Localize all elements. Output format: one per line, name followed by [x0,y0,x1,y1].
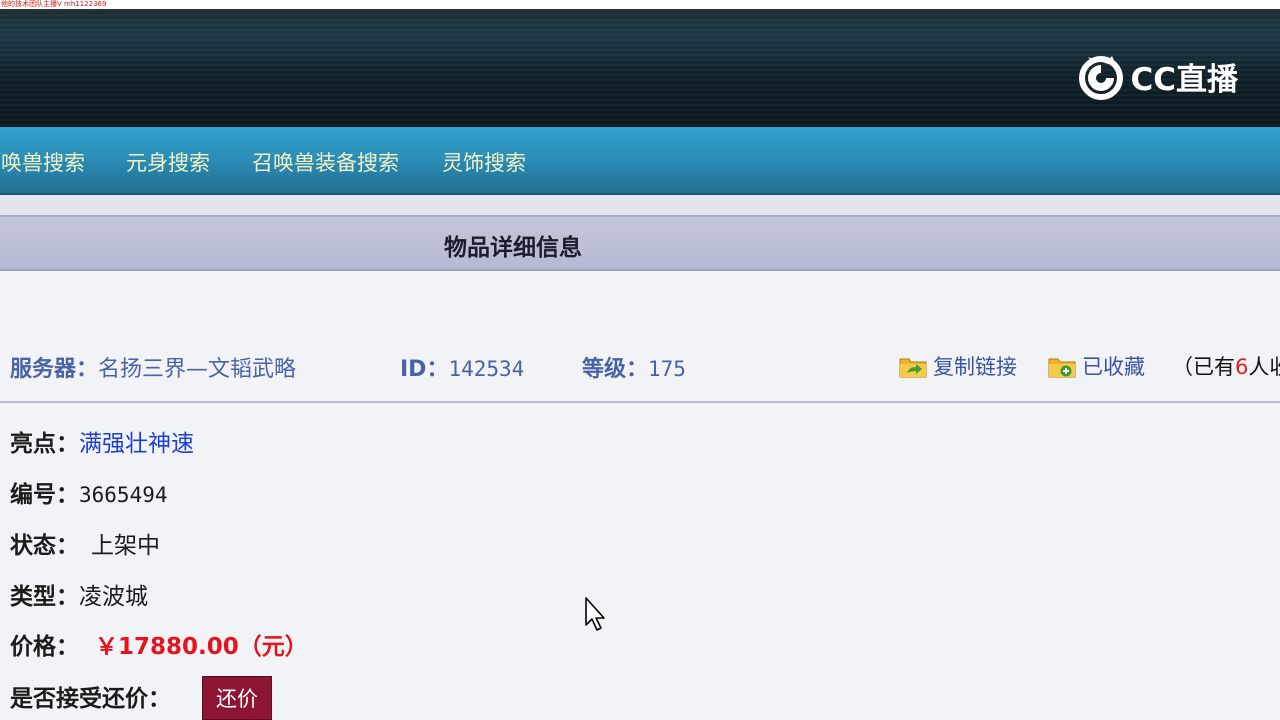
favorited-label: 已收藏 [1082,355,1145,379]
detail-number: 编号：3665494 [10,475,168,509]
watermark-text: 他的技术团队主播V mh1122369 [1,0,107,8]
id-info: ID：142534 [400,351,524,383]
nav-item-avatar-search[interactable]: 元身搜索 [126,147,210,177]
price-label: 价格： [10,634,79,660]
folder-add-icon [1048,358,1076,378]
server-label: 服务器： [10,357,99,382]
type-value: 凌波城 [79,584,148,610]
highlight-label: 亮点： [10,431,79,457]
cc-live-logo: CC直播 [1076,51,1238,101]
fav-count-number: 6 [1235,355,1249,379]
copy-link-label: 复制链接 [933,355,1017,379]
server-info: 服务器：名扬三界—文韬武略 [10,351,296,383]
fav-prefix: （已有 [1172,355,1235,379]
highlight-value: 满强壮神速 [79,431,194,457]
fav-suffix: 人收 [1248,355,1280,379]
id-value: 142534 [448,357,525,381]
level-value: 175 [648,357,686,381]
status-value: 上架中 [91,533,160,559]
type-label: 类型： [10,584,79,610]
detail-counter-offer: 是否接受还价： [10,679,171,713]
page-title: 物品详细信息 [444,235,582,261]
section-title-bar: 物品详细信息 [0,215,1280,271]
copy-link-button[interactable]: 复制链接 [899,351,1017,381]
detail-type: 类型：凌波城 [10,577,148,611]
detail-highlight: 亮点：满强壮神速 [10,424,194,458]
detail-price: 价格： ￥17880.00（元） [10,627,308,661]
divider [0,401,1280,403]
number-label: 编号： [10,482,79,508]
id-label: ID： [400,357,449,382]
status-label: 状态： [10,533,79,559]
counter-offer-label: 是否接受还价： [10,686,171,712]
nav-bar: 唤兽搜索 元身搜索 召唤兽装备搜索 灵饰搜索 [0,127,1280,195]
nav-item-pet-search[interactable]: 唤兽搜索 [1,147,85,177]
detail-status: 状态： 上架中 [10,526,160,560]
nav-item-pet-equipment-search[interactable]: 召唤兽装备搜索 [252,147,399,177]
mouse-cursor-icon [585,597,605,631]
level-label: 等级： [582,357,649,382]
cc-live-dragon-logo-icon [1079,56,1124,100]
nav-item-accessory-search[interactable]: 灵饰搜索 [442,147,526,177]
top-strip: 他的技术团队主播V mh1122369 [0,0,1280,9]
separator-band [0,195,1280,215]
number-value: 3665494 [79,483,168,507]
item-info-row: 服务器：名扬三界—文韬武略 ID：142534 等级：175 复制链接 已收藏 … [0,345,1280,389]
favorite-count-text: （已有6人收 [1172,351,1280,381]
price-value: ￥17880.00（元） [95,634,308,660]
level-info: 等级：175 [582,351,686,383]
site-header: CC直播 [0,9,1280,127]
logo-text: CC直播 [1130,61,1238,98]
server-value: 名扬三界—文韬武略 [98,357,297,382]
folder-share-icon [899,358,927,378]
counter-offer-button[interactable]: 还价 [202,676,272,720]
favorite-button[interactable]: 已收藏 [1048,351,1145,381]
